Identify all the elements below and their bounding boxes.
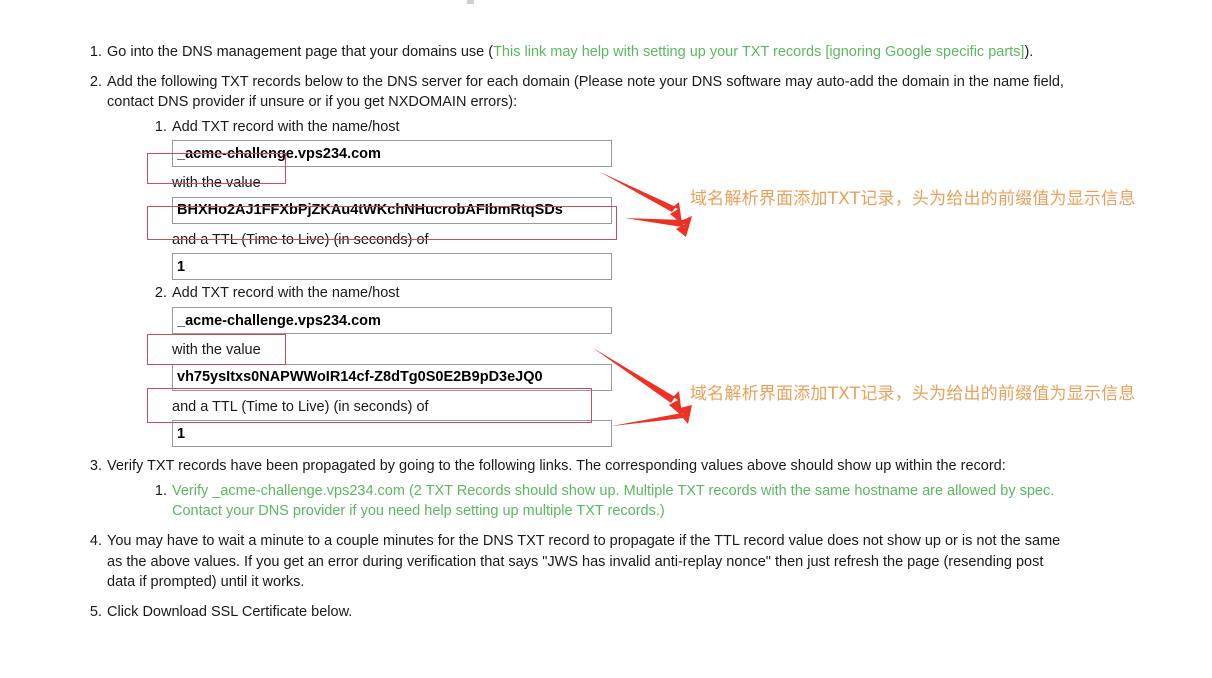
step-4: You may have to wait a minute to a coupl… [84, 531, 1074, 593]
record-1-ttl-input[interactable] [172, 253, 612, 281]
txt-records-help-link[interactable]: This link may help with setting up your … [493, 44, 1024, 60]
step-2-text: Add the following TXT records below to t… [107, 73, 1064, 111]
record-1-value-input[interactable] [172, 196, 612, 224]
record-1-ttl-label: and a TTL (Time to Live) (in seconds) of [172, 231, 429, 248]
step-4-text: You may have to wait a minute to a coupl… [107, 532, 1061, 591]
step-5-text: Click Download SSL Certificate below. [107, 603, 353, 620]
verify-links-list: Verify _acme-challenge.vps234.com (2 TXT… [107, 481, 1074, 522]
step-5: Click Download SSL Certificate below. [84, 602, 1074, 623]
instruction-steps-list: Go into the DNS management page that you… [84, 42, 1074, 631]
record-2-value-label: with the value [172, 342, 261, 359]
step-1-text-after: ). [1024, 44, 1034, 60]
step-3: Verify TXT records have been propagated … [84, 456, 1074, 522]
record-2-name-label: Add TXT record with the name/host [172, 285, 400, 302]
verify-acme-challenge-link[interactable]: Verify _acme-challenge.vps234.com (2 TXT… [172, 483, 1054, 520]
step-1-text-before: Go into the DNS management page that you… [107, 44, 494, 60]
cropped-heading-artifact [467, 0, 474, 4]
record-2-value-input[interactable] [172, 363, 612, 391]
record-2-name-input[interactable] [172, 307, 612, 335]
annotation-note-1: 域名解析界面添加TXT记录，头为给出的前缀值为显示信息 [690, 189, 1136, 209]
record-1-name-label: Add TXT record with the name/host [172, 118, 400, 135]
record-1-name-input[interactable] [172, 140, 612, 168]
step-1: Go into the DNS management page that you… [84, 42, 1074, 63]
step-3-text: Verify TXT records have been propagated … [107, 458, 1006, 475]
annotation-note-2: 域名解析界面添加TXT记录，头为给出的前缀值为显示信息 [690, 384, 1136, 404]
verify-link-item: Verify _acme-challenge.vps234.com (2 TXT… [149, 481, 1074, 522]
record-2-ttl-input[interactable] [172, 420, 612, 448]
txt-record-2: Add TXT record with the name/host with t… [149, 283, 1074, 448]
